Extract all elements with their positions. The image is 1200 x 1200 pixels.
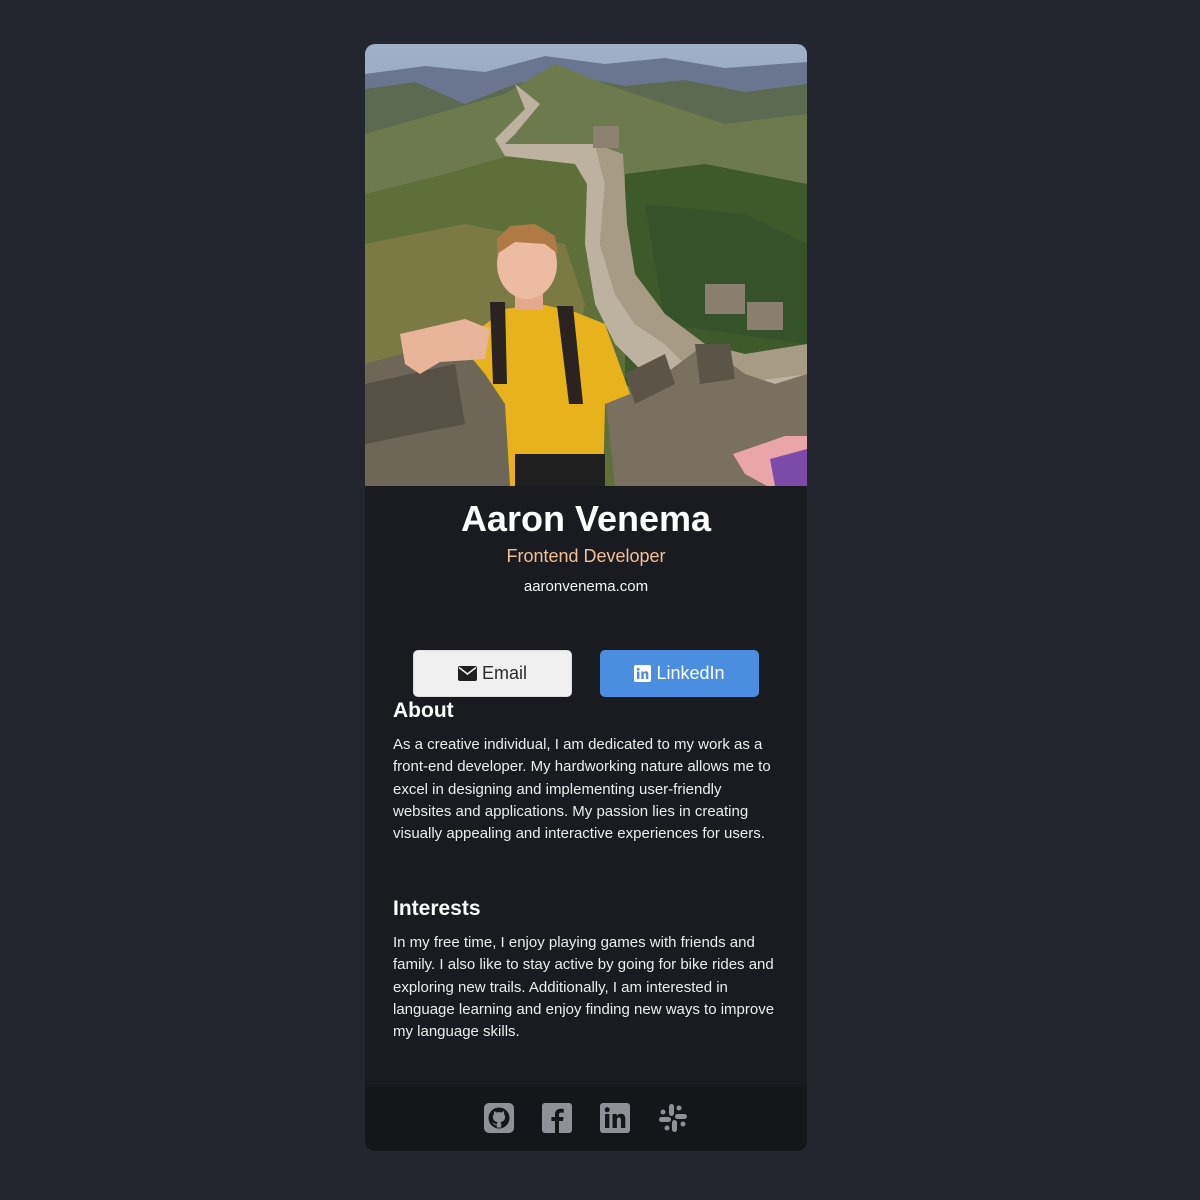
facebook-icon[interactable] xyxy=(541,1102,573,1134)
profile-role: Frontend Developer xyxy=(506,546,666,566)
about-heading: About xyxy=(393,699,454,722)
email-button-label: Email xyxy=(481,663,527,683)
website-link[interactable]: aaronvenema.com xyxy=(524,578,648,596)
linkedin-button[interactable]: LinkedIn xyxy=(600,650,759,697)
about-text: As a creative individual, I am dedicated… xyxy=(393,736,771,843)
interests-text: In my free time, I enjoy playing games w… xyxy=(393,934,775,1041)
slack-icon[interactable] xyxy=(657,1102,689,1134)
profile-photo xyxy=(365,44,807,486)
interests-heading: Interests xyxy=(393,897,481,920)
contact-buttons: Email LinkedIn xyxy=(365,650,807,697)
linkedin-button-label: LinkedIn xyxy=(656,663,725,683)
profile-info: Aaron Venema Frontend Developer aaronven… xyxy=(365,486,807,697)
interests-section: Interests In my free time, I enjoy playi… xyxy=(393,896,783,1043)
linkedin-icon[interactable] xyxy=(599,1102,631,1134)
linkedin-icon xyxy=(634,665,652,682)
footer xyxy=(365,1087,807,1151)
github-icon[interactable] xyxy=(483,1102,515,1134)
profile-name: Aaron Venema xyxy=(460,498,712,539)
profile-card: Aaron Venema Frontend Developer aaronven… xyxy=(365,44,807,1151)
email-button[interactable]: Email xyxy=(413,650,572,697)
envelope-icon xyxy=(457,666,477,681)
about-section: About As a creative individual, I am ded… xyxy=(393,698,783,845)
